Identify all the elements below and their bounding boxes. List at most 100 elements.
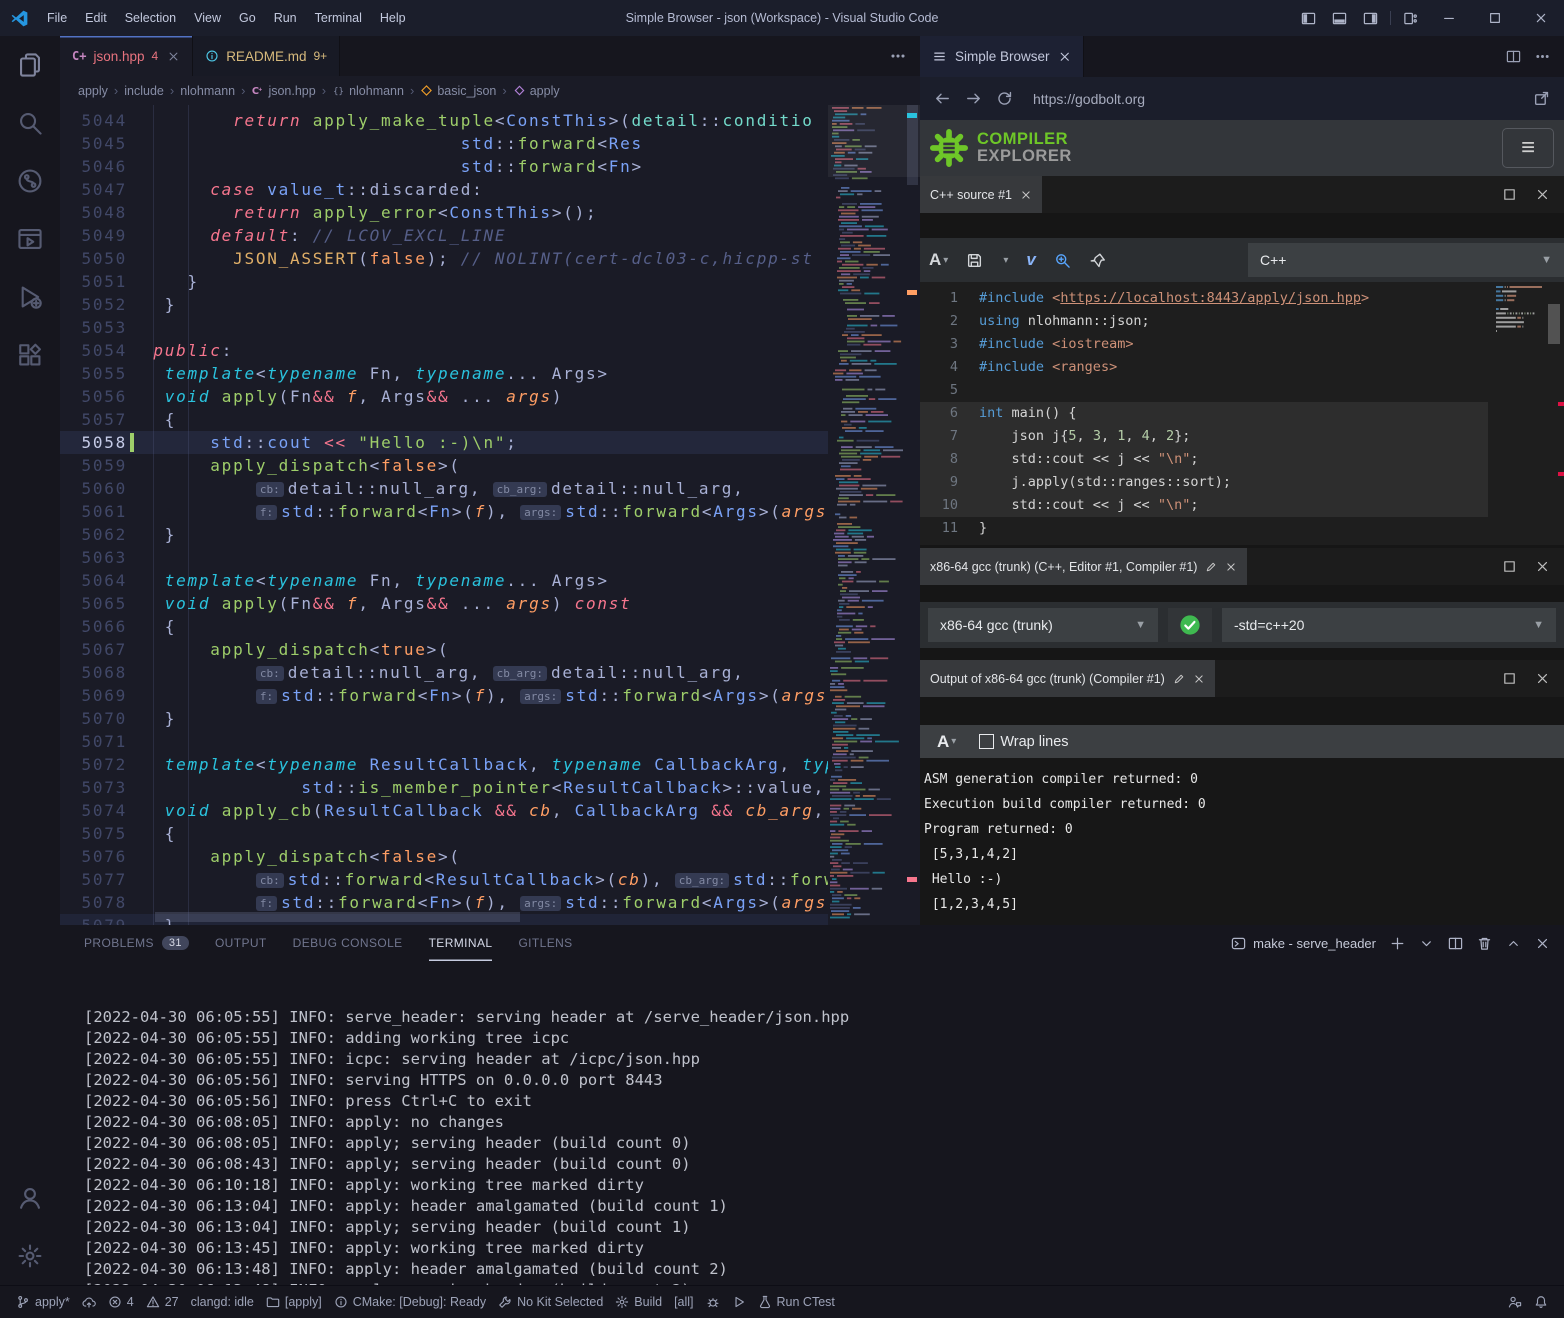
ce-code-line[interactable]: j.apply(std::ranges::sort);: [979, 471, 1490, 494]
breadcrumb-item[interactable]: C+json.hpp: [251, 84, 315, 98]
menu-run[interactable]: Run: [265, 11, 306, 25]
panel-tab-problems[interactable]: PROBLEMS31: [84, 925, 189, 961]
ce-code-line[interactable]: #include <ranges>: [979, 356, 1490, 379]
terminal-content[interactable]: [2022-04-30 06:05:55] INFO: serve_header…: [84, 965, 1554, 1285]
compiler-explorer-logo[interactable]: COMPILER EXPLORER: [920, 129, 1072, 167]
horizontal-scrollbar[interactable]: [155, 912, 520, 922]
code-line[interactable]: template<typename ResultCallback, typena…: [142, 753, 828, 776]
ce-code-line[interactable]: #include <iostream>: [979, 333, 1490, 356]
status-item-notifications[interactable]: [1528, 1286, 1554, 1318]
ce-code-line[interactable]: }: [979, 517, 1490, 540]
language-select[interactable]: C++ ▼: [1248, 243, 1564, 277]
code-line[interactable]: apply_dispatch<false>(: [142, 454, 828, 477]
ce-source-editor[interactable]: 1234567891011 #include <https://localhos…: [920, 282, 1564, 545]
code-line[interactable]: apply_dispatch<true>(: [142, 638, 828, 661]
tab-output[interactable]: Output of x86-64 gcc (trunk) (Compiler #…: [920, 660, 1215, 697]
code-line[interactable]: {: [142, 615, 828, 638]
code-line[interactable]: apply_dispatch<false>(: [142, 845, 828, 868]
ce-source-code[interactable]: #include <https://localhost:8443/apply/j…: [979, 287, 1490, 540]
breadcrumb[interactable]: apply›include›nlohmann›C+json.hpp›{}nloh…: [60, 76, 920, 105]
status-item-cmake-status[interactable]: CMake: [Debug]: Ready: [328, 1286, 492, 1318]
code-line[interactable]: f:std::forward<Fn>(f), args:std::forward…: [142, 891, 828, 914]
tab-cpp-source[interactable]: C++ source #1: [920, 176, 1042, 213]
code-line[interactable]: template<typename Fn, typename... Args>: [142, 362, 828, 385]
status-item-build[interactable]: Build: [609, 1286, 668, 1318]
close-icon[interactable]: [1058, 50, 1072, 64]
compiler-select[interactable]: x86-64 gcc (trunk) ▼: [928, 608, 1158, 642]
code-line[interactable]: f:std::forward<Fn>(f), args:std::forward…: [142, 500, 828, 523]
activity-item-settings-gear[interactable]: [0, 1227, 60, 1285]
plus-icon[interactable]: [1390, 936, 1405, 951]
panel-tab-output[interactable]: OUTPUT: [215, 925, 267, 961]
layout-customize-icon[interactable]: [1395, 11, 1426, 26]
close-icon[interactable]: [1535, 187, 1550, 202]
zoom-in-icon[interactable]: [1045, 252, 1080, 269]
pin-icon[interactable]: [1080, 252, 1115, 269]
breadcrumb-item[interactable]: {}nlohmann: [332, 84, 404, 98]
activity-item-files[interactable]: [0, 36, 60, 94]
menu-view[interactable]: View: [185, 11, 230, 25]
code-line[interactable]: {: [142, 822, 828, 845]
menu-go[interactable]: Go: [230, 11, 265, 25]
reload-button[interactable]: [996, 90, 1013, 107]
code-line[interactable]: }: [142, 523, 828, 546]
menu-help[interactable]: Help: [371, 11, 415, 25]
code-line[interactable]: default: // LCOV_EXCL_LINE: [142, 224, 828, 247]
status-item-launch-target[interactable]: [726, 1286, 752, 1318]
split-icon[interactable]: [1506, 49, 1521, 64]
ce-scrollbar[interactable]: [1548, 304, 1560, 344]
code-line[interactable]: return apply_error<ConstThis>();: [142, 201, 828, 224]
hamburger-menu-icon[interactable]: ≡: [1502, 128, 1554, 168]
code-line[interactable]: std::forward<Fn>: [142, 155, 828, 178]
status-item-errors[interactable]: 4: [102, 1286, 140, 1318]
code-line[interactable]: cb:detail::null_arg, cb_arg:detail::null…: [142, 661, 828, 684]
status-item-warnings[interactable]: 27: [140, 1286, 185, 1318]
maximize-icon[interactable]: [1502, 559, 1517, 574]
terminal-select[interactable]: make - serve_header: [1231, 936, 1376, 951]
code-line[interactable]: cb:std::forward<ResultCallback>(cb), cb_…: [142, 868, 828, 891]
maximize-icon[interactable]: [1502, 671, 1517, 686]
activity-item-extensions[interactable]: [0, 326, 60, 384]
ce-code-line[interactable]: [979, 379, 1490, 402]
close-icon[interactable]: [167, 50, 180, 63]
code-editor[interactable]: 5044504550465047504850495050505150525053…: [60, 105, 920, 925]
url-input[interactable]: https://godbolt.org: [1027, 91, 1519, 107]
edit-icon[interactable]: [1173, 673, 1185, 685]
status-item-branch[interactable]: apply*: [10, 1286, 76, 1318]
layout-sidebar-left-icon[interactable]: [1293, 11, 1324, 26]
compiler-options-input[interactable]: -std=c++20 ▼: [1222, 608, 1556, 642]
menu-file[interactable]: File: [38, 11, 76, 25]
font-size-button[interactable]: A▾: [920, 250, 957, 270]
code-line[interactable]: template<typename Fn, typename... Args>: [142, 569, 828, 592]
breadcrumb-item[interactable]: apply: [513, 84, 560, 98]
tab-README.md[interactable]: README.md9+: [193, 36, 340, 76]
menu-edit[interactable]: Edit: [76, 11, 116, 25]
code-line[interactable]: std::forward<Res: [142, 132, 828, 155]
tab-json.hpp[interactable]: C+json.hpp4: [60, 36, 193, 76]
status-item-ctest[interactable]: Run CTest: [752, 1286, 841, 1318]
menu-selection[interactable]: Selection: [116, 11, 185, 25]
code-line[interactable]: std::is_member_pointer<ResultCallback>::…: [142, 776, 828, 799]
ce-code-line[interactable]: using nlohmann::json;: [979, 310, 1490, 333]
status-item-debug-target[interactable]: [700, 1286, 726, 1318]
code-line[interactable]: public:: [142, 339, 828, 362]
forward-button[interactable]: [965, 90, 982, 107]
menu-terminal[interactable]: Terminal: [306, 11, 371, 25]
close-icon[interactable]: [1535, 936, 1550, 951]
status-item-build-target[interactable]: [all]: [668, 1286, 699, 1318]
code-line[interactable]: f:std::forward<Fn>(f), args:std::forward…: [142, 684, 828, 707]
close-icon[interactable]: [1225, 561, 1237, 573]
ce-code-line[interactable]: std::cout << j << "\n";: [979, 494, 1490, 517]
code-line[interactable]: [142, 316, 828, 339]
close-icon[interactable]: [1193, 673, 1205, 685]
code-line[interactable]: cb:detail::null_arg, cb_arg:detail::null…: [142, 477, 828, 500]
chev-down-icon[interactable]: [1419, 936, 1434, 951]
more-icon[interactable]: [890, 48, 906, 64]
ce-minimap[interactable]: [1494, 282, 1542, 545]
ce-code-line[interactable]: #include <https://localhost:8443/apply/j…: [979, 287, 1490, 310]
code-line[interactable]: {: [142, 408, 828, 431]
status-item-cmake-project[interactable]: [apply]: [260, 1286, 328, 1318]
more-icon[interactable]: [1535, 49, 1550, 64]
activity-item-account[interactable]: [0, 1169, 60, 1227]
status-item-feedback[interactable]: [1502, 1286, 1528, 1318]
